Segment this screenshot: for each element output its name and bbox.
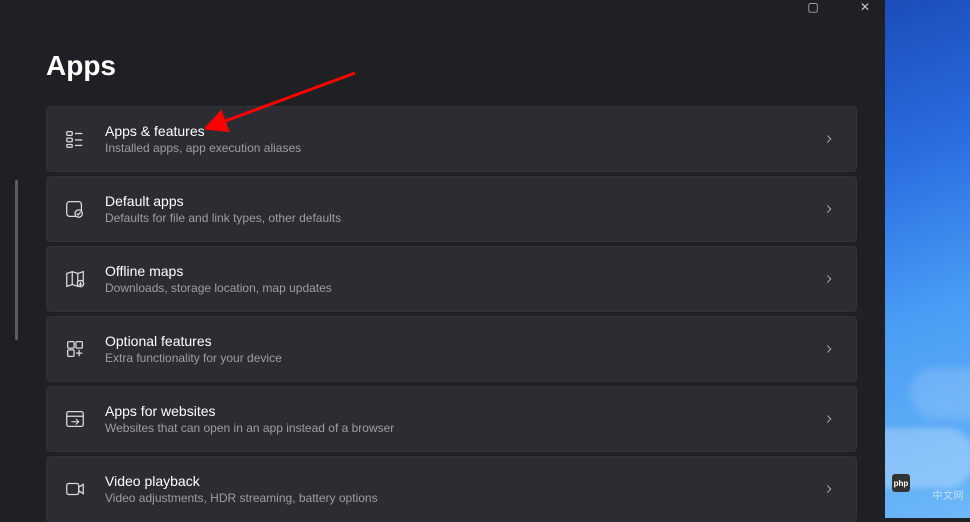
apps-features-icon	[63, 127, 87, 151]
offline-maps-item[interactable]: Offline maps Downloads, storage location…	[46, 246, 857, 312]
settings-window: ▢ ✕ Apps Apps & features Installed apps,…	[0, 0, 885, 518]
watermark-logo: php	[892, 474, 910, 492]
apps-features-item[interactable]: Apps & features Installed apps, app exec…	[46, 106, 857, 172]
item-title: Apps & features	[105, 123, 822, 139]
item-text: Offline maps Downloads, storage location…	[105, 263, 822, 295]
video-playback-icon	[63, 477, 87, 501]
item-title: Offline maps	[105, 263, 822, 279]
item-title: Video playback	[105, 473, 822, 489]
watermark-text: 中文网	[933, 487, 965, 502]
video-playback-item[interactable]: Video playback Video adjustments, HDR st…	[46, 456, 857, 522]
page-title: Apps	[0, 10, 885, 106]
chevron-right-icon	[822, 272, 836, 286]
item-desc: Installed apps, app execution aliases	[105, 141, 822, 155]
item-desc: Defaults for file and link types, other …	[105, 211, 822, 225]
maximize-button[interactable]: ▢	[803, 0, 823, 10]
item-title: Optional features	[105, 333, 822, 349]
item-title: Apps for websites	[105, 403, 822, 419]
apps-websites-icon	[63, 407, 87, 431]
item-desc: Extra functionality for your device	[105, 351, 822, 365]
default-apps-icon	[63, 197, 87, 221]
optional-features-icon	[63, 337, 87, 361]
chevron-right-icon	[822, 132, 836, 146]
item-desc: Websites that can open in an app instead…	[105, 421, 822, 435]
optional-features-item[interactable]: Optional features Extra functionality fo…	[46, 316, 857, 382]
offline-maps-icon	[63, 267, 87, 291]
item-desc: Downloads, storage location, map updates	[105, 281, 822, 295]
item-text: Default apps Defaults for file and link …	[105, 193, 822, 225]
titlebar: ▢ ✕	[0, 0, 885, 10]
item-text: Video playback Video adjustments, HDR st…	[105, 473, 822, 505]
chevron-right-icon	[822, 342, 836, 356]
item-text: Apps & features Installed apps, app exec…	[105, 123, 822, 155]
chevron-right-icon	[822, 412, 836, 426]
default-apps-item[interactable]: Default apps Defaults for file and link …	[46, 176, 857, 242]
chevron-right-icon	[822, 202, 836, 216]
apps-for-websites-item[interactable]: Apps for websites Websites that can open…	[46, 386, 857, 452]
item-title: Default apps	[105, 193, 822, 209]
chevron-right-icon	[822, 482, 836, 496]
item-text: Optional features Extra functionality fo…	[105, 333, 822, 365]
item-desc: Video adjustments, HDR streaming, batter…	[105, 491, 822, 505]
sidebar-scroll-indicator	[15, 180, 18, 340]
settings-list: Apps & features Installed apps, app exec…	[0, 106, 885, 522]
close-button[interactable]: ✕	[855, 0, 875, 10]
item-text: Apps for websites Websites that can open…	[105, 403, 822, 435]
desktop-background: php 中文网	[885, 0, 970, 518]
